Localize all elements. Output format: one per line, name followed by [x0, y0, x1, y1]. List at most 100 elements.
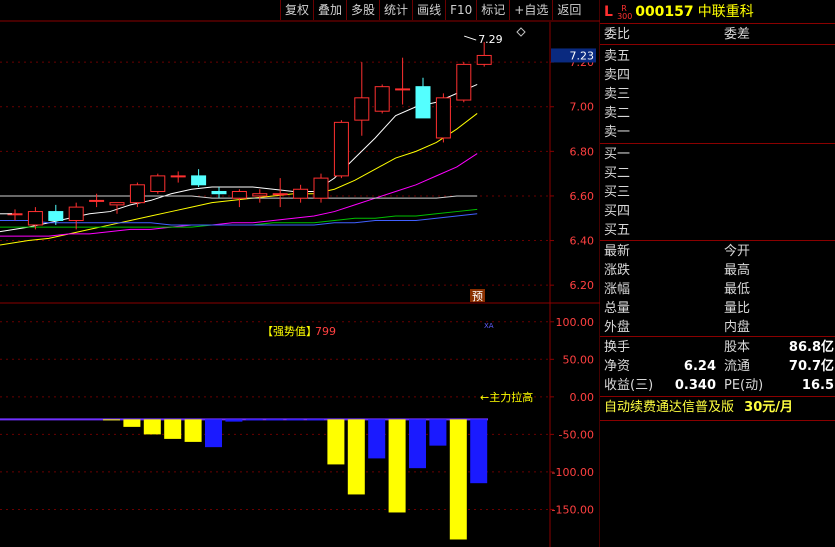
- ad-text: 自动续费通达信普及版: [604, 400, 735, 415]
- candle-body: [150, 175, 166, 192]
- stat-row: 涨跌 最高: [604, 262, 750, 280]
- finance-value: 0.340: [674, 378, 716, 393]
- buy-row-label: 买五: [604, 223, 631, 238]
- toolbar-button[interactable]: 多股: [346, 0, 379, 20]
- indicator-note: ←主力拉高: [480, 390, 533, 404]
- high-annotation: 7.29: [478, 33, 503, 46]
- indicator-bar: [286, 419, 304, 421]
- candle-body: [313, 177, 329, 199]
- stat-row-label2: 最低: [724, 282, 751, 297]
- stock-name: 中联重科: [697, 4, 754, 20]
- indicator-tick-label: -100.00: [552, 466, 594, 479]
- toolbar-button[interactable]: 返回: [552, 0, 585, 20]
- finance-value: 16.5: [801, 378, 834, 393]
- sell-row-label: 卖二: [604, 106, 631, 121]
- toolbar-button[interactable]: +自选: [509, 0, 552, 20]
- indicator-tick-label: 0.00: [570, 391, 595, 404]
- candle: [435, 93, 451, 143]
- candle-body: [272, 193, 288, 196]
- sell-row: 卖五: [604, 48, 630, 66]
- candle-body: [293, 188, 309, 199]
- indicator-bar: [429, 419, 447, 446]
- candle: [129, 182, 145, 208]
- finance-value: 70.7亿: [788, 359, 834, 374]
- candle-body: [395, 88, 411, 91]
- indicator-bar: [327, 419, 345, 465]
- sell-row-label: 卖四: [604, 68, 631, 83]
- weicha-label: 委差: [724, 27, 751, 42]
- toolbar-button[interactable]: F10: [445, 0, 476, 20]
- toolbar-button[interactable]: 复权: [280, 0, 313, 20]
- stat-row-label: 总量: [604, 301, 631, 316]
- indicator-bar: [307, 419, 324, 421]
- indicator-bar: [103, 419, 120, 421]
- candle: [68, 202, 84, 230]
- stock-badge: R 300: [617, 3, 633, 21]
- toolbar-button[interactable]: 画线: [412, 0, 445, 20]
- kline-chart[interactable]: 7.207.006.806.606.406.20100.0050.000.00-…: [0, 0, 600, 547]
- stat-row-label: 涨跌: [604, 263, 631, 278]
- high-pointer: [464, 35, 477, 41]
- candle: [354, 62, 370, 136]
- indicator-bar: [184, 419, 202, 442]
- candle: [170, 171, 186, 183]
- candle-body: [456, 63, 472, 101]
- toolbar-button[interactable]: 统计: [379, 0, 412, 20]
- stock-marker: L: [604, 4, 613, 20]
- toolbar-button[interactable]: 标记: [476, 0, 509, 20]
- finance-row-label: 净资: [604, 359, 631, 374]
- stock-header[interactable]: L R 300 000157 中联重科: [604, 3, 754, 21]
- stat-row-label: 最新: [604, 244, 631, 259]
- candle: [333, 120, 349, 179]
- stat-row-label2: 今开: [724, 244, 751, 259]
- current-price-label: 7.23: [570, 49, 595, 62]
- candle-body: [48, 211, 64, 221]
- buy-row: 买三: [604, 184, 630, 202]
- candle-body: [476, 54, 492, 65]
- weibi-label: 委比: [604, 27, 631, 42]
- toolbar-button[interactable]: 叠加: [313, 0, 346, 20]
- stat-row: 外盘 内盘: [604, 319, 750, 337]
- stat-row-label: 外盘: [604, 320, 631, 335]
- indicator-bar: [225, 419, 243, 422]
- candle-body: [27, 211, 43, 226]
- candle-body: [68, 206, 84, 221]
- candle-body: [435, 97, 451, 139]
- indicator-bar: [449, 419, 467, 540]
- candle-body: [354, 97, 370, 121]
- indicator-bar: [388, 419, 406, 513]
- candle-body: [231, 190, 247, 199]
- candle: [27, 207, 43, 230]
- indicator-bar: [164, 419, 182, 439]
- indicator-bar: [470, 419, 488, 484]
- stat-row: 最新 今开: [604, 243, 750, 261]
- sell-row-label: 卖一: [604, 125, 631, 140]
- buy-row-label: 买三: [604, 185, 631, 200]
- buy-row: 买二: [604, 165, 630, 183]
- weibi-row: 委比 委差: [604, 26, 750, 44]
- candle-body: [191, 175, 207, 186]
- ad-price: 30元/月: [744, 400, 793, 415]
- candle: [374, 84, 390, 114]
- stat-row-label: 涨幅: [604, 282, 631, 297]
- indicator-bar: [347, 419, 365, 495]
- candle-body: [211, 190, 227, 195]
- sell-row: 卖四: [604, 67, 630, 85]
- ad-banner[interactable]: 自动续费通达信普及版 30元/月: [604, 399, 793, 417]
- sell-row: 卖一: [604, 124, 630, 142]
- forecast-badge: 预: [472, 290, 483, 303]
- indicator-title: 【强势值】: [262, 325, 317, 338]
- candle-body: [109, 202, 125, 206]
- candle: [415, 77, 431, 119]
- candle: [272, 178, 288, 208]
- sell-row-label: 卖三: [604, 87, 631, 102]
- price-tick-label: 6.60: [570, 190, 595, 203]
- candle-body: [89, 199, 105, 202]
- price-tick-label: 6.20: [570, 279, 595, 292]
- price-tick-label: 6.40: [570, 235, 595, 248]
- indicator-tick-label: -50.00: [559, 428, 594, 441]
- quote-panel: L R 300 000157 中联重科 委比 委差 卖五 卖四 卖三 卖二 卖一 买一买…: [600, 0, 835, 547]
- indicator-bar: [266, 419, 284, 421]
- finance-row-label: 换手: [604, 340, 631, 355]
- indicator-bar: [409, 419, 426, 469]
